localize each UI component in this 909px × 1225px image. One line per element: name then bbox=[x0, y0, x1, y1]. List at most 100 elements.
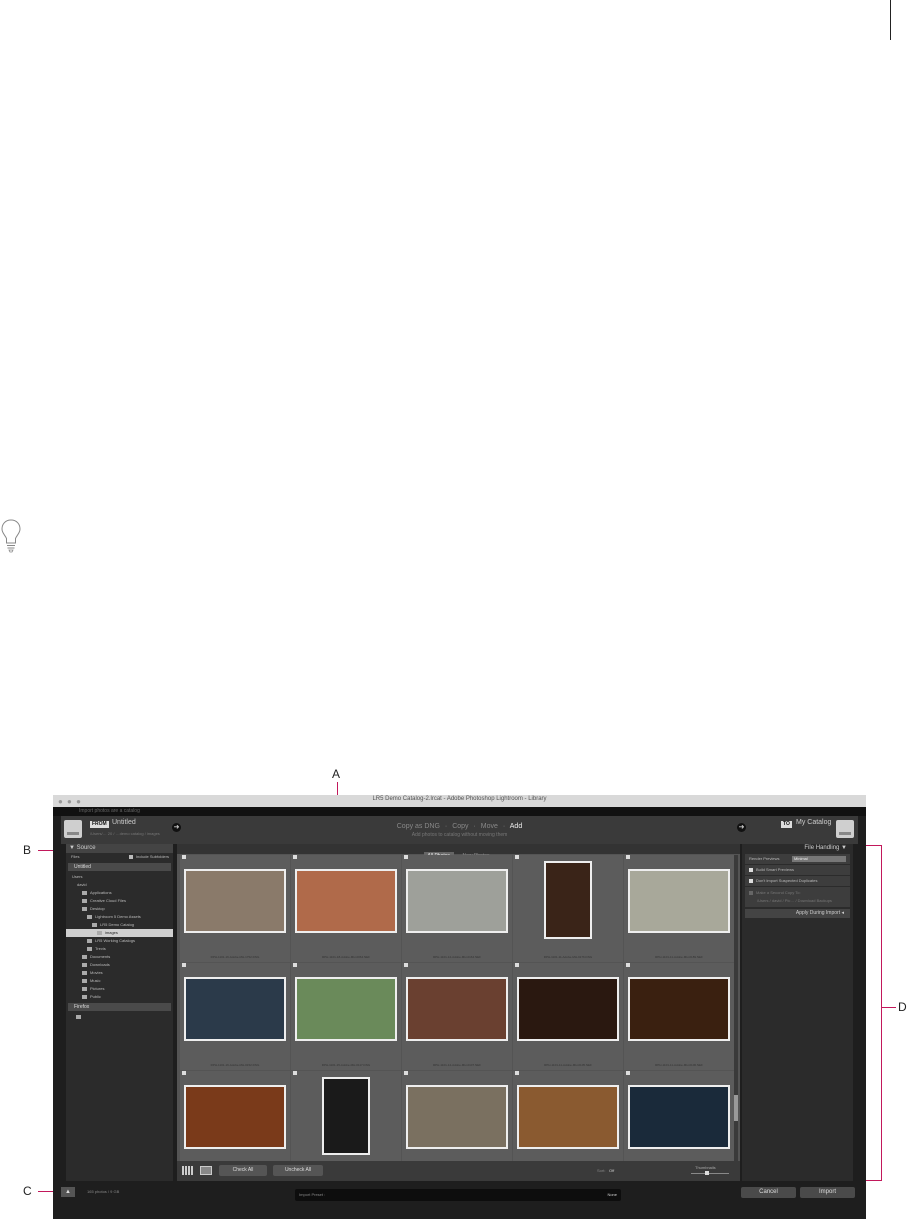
thumbnail-size-slider-handle[interactable] bbox=[705, 1171, 709, 1175]
import-button[interactable]: Import bbox=[800, 1187, 855, 1198]
include-subfolders-checkbox[interactable] bbox=[128, 854, 133, 859]
import-preset-select[interactable]: None bbox=[607, 1192, 617, 1197]
mode-copy-dng[interactable]: Copy as DNG bbox=[397, 823, 440, 830]
photo-include-checkbox[interactable] bbox=[182, 1071, 186, 1075]
folder-tree-row[interactable]: david bbox=[66, 881, 173, 889]
source-section-untitled[interactable]: Untitled bbox=[68, 863, 171, 871]
firefox-folder-row[interactable] bbox=[66, 1013, 173, 1021]
render-previews-select[interactable]: Minimal bbox=[792, 856, 846, 862]
photo-cell[interactable]: RPH-1101-16-Adobe-MH-0152.DNG bbox=[180, 963, 290, 1070]
photo-include-checkbox[interactable] bbox=[626, 963, 630, 967]
photo-thumbnail[interactable] bbox=[406, 869, 508, 933]
destination-drive-icon[interactable] bbox=[836, 820, 854, 838]
folder-tree-row[interactable]: Downloads bbox=[66, 961, 173, 969]
source-section-firefox[interactable]: Firefox bbox=[68, 1003, 171, 1011]
build-smart-previews-label: Build Smart Previews bbox=[756, 867, 795, 872]
photo-thumbnail[interactable] bbox=[184, 869, 286, 933]
expand-triangle-icon[interactable]: ◂ bbox=[840, 910, 844, 916]
sort-value[interactable]: Off bbox=[609, 1168, 614, 1173]
photo-include-checkbox[interactable] bbox=[515, 963, 519, 967]
photo-include-checkbox[interactable] bbox=[293, 963, 297, 967]
photo-thumbnail[interactable] bbox=[184, 977, 286, 1041]
second-copy-path[interactable]: /Users / david / Pic… / Download Backups bbox=[749, 898, 832, 903]
folder-tree-row[interactable]: Lightroom 5 Demo Assets bbox=[66, 913, 173, 921]
folder-tree-row[interactable]: LR5 Working Catalogs bbox=[66, 937, 173, 945]
photo-thumbnail[interactable] bbox=[628, 869, 730, 933]
photo-thumbnail[interactable] bbox=[517, 977, 619, 1041]
folder-icon bbox=[82, 898, 87, 903]
photo-include-checkbox[interactable] bbox=[626, 1071, 630, 1075]
photo-cell[interactable]: RPH-1101-11-Adobe-MH-0176.DNG bbox=[513, 855, 623, 962]
photo-include-checkbox[interactable] bbox=[293, 1071, 297, 1075]
photo-include-checkbox[interactable] bbox=[404, 855, 408, 859]
folder-tree-row[interactable]: LR5 Demo Catalog bbox=[66, 921, 173, 929]
photo-cell[interactable]: RPH-1101-11-Adobe-MH-0189.NEF bbox=[624, 855, 734, 962]
photo-cell[interactable]: RPH-1101-12-Adobe-MH-0164.NEF bbox=[402, 855, 512, 962]
folder-tree-row[interactable]: images bbox=[66, 929, 173, 937]
page-rule bbox=[890, 0, 891, 40]
photo-include-checkbox[interactable] bbox=[182, 855, 186, 859]
folder-icon bbox=[82, 978, 87, 983]
photo-thumbnail[interactable] bbox=[322, 1077, 370, 1155]
second-copy-checkbox[interactable] bbox=[749, 890, 753, 895]
photo-cell[interactable]: RPH-1101-18-Adobe-MH-0064.NEF bbox=[291, 855, 401, 962]
photo-thumbnail[interactable] bbox=[295, 977, 397, 1041]
source-panel-header[interactable]: ▼ Source bbox=[66, 844, 173, 853]
photo-thumbnail[interactable] bbox=[628, 1085, 730, 1149]
photo-include-checkbox[interactable] bbox=[404, 963, 408, 967]
import-preset-bar: Import Preset : None bbox=[295, 1189, 621, 1201]
collapse-up-icon[interactable]: ▲ bbox=[61, 1187, 75, 1197]
build-smart-previews-checkbox[interactable] bbox=[749, 867, 753, 872]
collapse-triangle-icon[interactable]: ▼ bbox=[839, 845, 847, 851]
folder-tree-row[interactable]: Movies bbox=[66, 969, 173, 977]
folder-tree-row[interactable]: Pictures bbox=[66, 985, 173, 993]
photo-thumbnail[interactable] bbox=[544, 861, 592, 939]
uncheck-all-button[interactable]: Uncheck All bbox=[273, 1165, 323, 1176]
photo-cell[interactable]: RPH-1101-11-Adobe-MH-0106.NEF bbox=[624, 963, 734, 1070]
photo-include-checkbox[interactable] bbox=[293, 855, 297, 859]
folder-tree-row[interactable]: Music bbox=[66, 977, 173, 985]
photo-cell[interactable]: RPH-1101-15-Adobe-MH-0117.DNG bbox=[291, 963, 401, 1070]
photo-include-checkbox[interactable] bbox=[182, 963, 186, 967]
photo-include-checkbox[interactable] bbox=[626, 855, 630, 859]
folder-tree-row[interactable]: Desktop bbox=[66, 905, 173, 913]
photo-include-checkbox[interactable] bbox=[515, 855, 519, 859]
photo-thumbnail[interactable] bbox=[628, 977, 730, 1041]
photo-thumbnail[interactable] bbox=[406, 977, 508, 1041]
folder-tree-row[interactable]: Creative Cloud Files bbox=[66, 897, 173, 905]
photo-grid-panel: All Photos New Photos RPH-1101-16-Adobe-… bbox=[177, 844, 740, 1181]
mode-copy[interactable]: Copy bbox=[452, 823, 468, 830]
folder-tree-row[interactable]: Users bbox=[66, 873, 173, 881]
loupe-view-icon[interactable] bbox=[200, 1166, 212, 1175]
to-label[interactable]: My Catalog bbox=[796, 819, 831, 826]
collapse-triangle-icon[interactable]: ▼ bbox=[69, 845, 77, 851]
photo-include-checkbox[interactable] bbox=[515, 1071, 519, 1075]
folder-tree-row[interactable]: Public bbox=[66, 993, 173, 1001]
grid-scrollbar[interactable] bbox=[734, 855, 738, 1170]
mode-move[interactable]: Move bbox=[481, 823, 498, 830]
photo-thumbnail[interactable] bbox=[517, 1085, 619, 1149]
photo-include-checkbox[interactable] bbox=[404, 1071, 408, 1075]
check-all-button[interactable]: Check All bbox=[219, 1165, 267, 1176]
grid-scrollbar-thumb[interactable] bbox=[734, 1095, 738, 1121]
thumbnail-size-slider[interactable] bbox=[691, 1173, 729, 1174]
grid-view-icon[interactable] bbox=[182, 1166, 194, 1175]
folder-tree-row[interactable]: Documents bbox=[66, 953, 173, 961]
cancel-button[interactable]: Cancel bbox=[741, 1187, 796, 1198]
dont-import-duplicates-checkbox[interactable] bbox=[749, 878, 753, 883]
folder-tree-row[interactable]: Applications bbox=[66, 889, 173, 897]
folder-tree-label: Desktop bbox=[90, 906, 105, 911]
file-handling-header[interactable]: File Handling ▼ bbox=[742, 844, 853, 853]
photo-cell[interactable]: RPH-1101-12-Adobe-MH-0107.NEF bbox=[402, 963, 512, 1070]
mode-add[interactable]: Add bbox=[510, 823, 522, 830]
folder-tree-row[interactable]: Trevis bbox=[66, 945, 173, 953]
photo-filename: RPH-1101-16-Adobe-MH-0152.DNG bbox=[210, 1063, 260, 1067]
photo-thumbnail[interactable] bbox=[184, 1085, 286, 1149]
apply-during-import-header[interactable]: Apply During Import ◂ bbox=[745, 909, 850, 918]
photo-cell[interactable]: RPH-1101-11-Adobe-MH-0105.NEF bbox=[513, 963, 623, 1070]
to-arrow-icon[interactable]: ➜ bbox=[737, 823, 746, 832]
photo-cell[interactable]: RPH-1101-16-Adobe-MH-1752.DNG bbox=[180, 855, 290, 962]
photo-thumbnail[interactable] bbox=[406, 1085, 508, 1149]
grid-toolbar: Check All Uncheck All Sort: Off Thumbnai… bbox=[177, 1161, 740, 1181]
photo-thumbnail[interactable] bbox=[295, 869, 397, 933]
